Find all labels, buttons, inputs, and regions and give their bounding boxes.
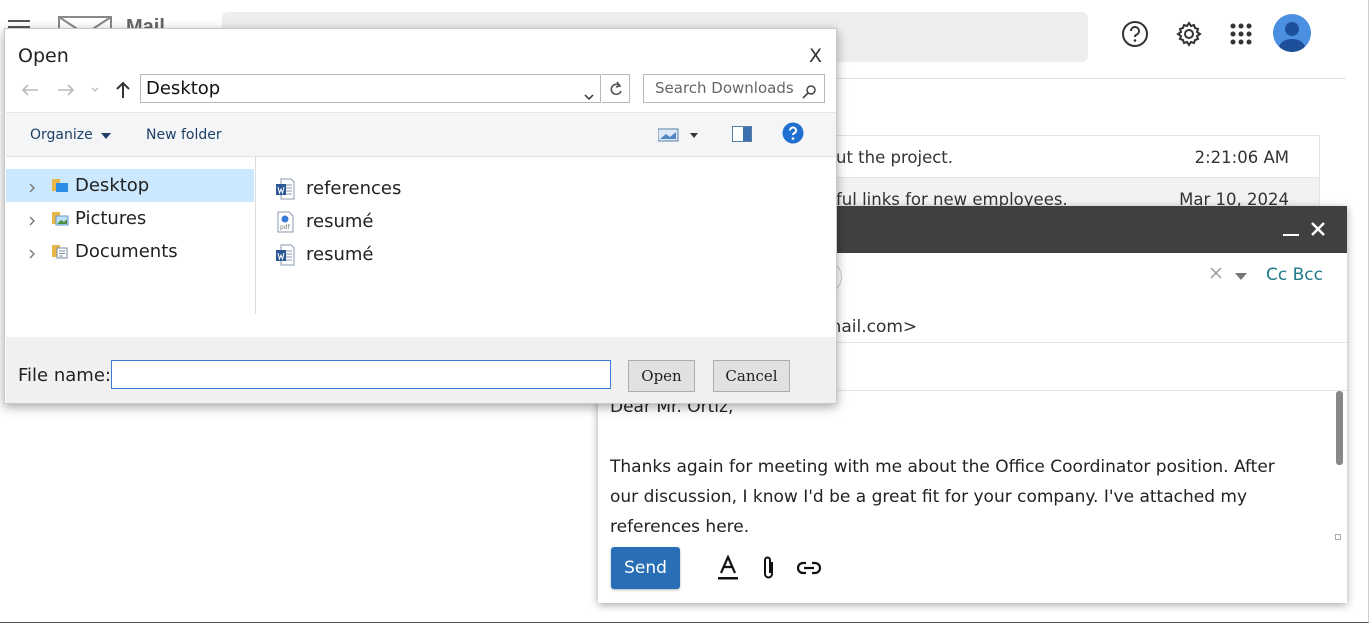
svg-text:pdf: pdf — [280, 224, 291, 231]
word-document-icon — [275, 244, 295, 266]
new-folder-button[interactable]: New folder — [146, 127, 222, 143]
up-arrow-icon[interactable] — [113, 80, 133, 100]
dialog-close-button[interactable]: X — [809, 45, 822, 67]
chevron-down-icon[interactable] — [1235, 273, 1247, 280]
expand-chevron-icon[interactable] — [28, 213, 36, 226]
send-button[interactable]: Send — [611, 547, 680, 589]
file-name: resumé — [306, 211, 374, 232]
text-format-icon[interactable] — [714, 554, 742, 582]
file-item[interactable]: pdf resumé — [275, 206, 575, 236]
file-name: references — [306, 178, 402, 199]
email-snippet: ut the project. — [836, 148, 954, 167]
file-name: resumé — [306, 244, 374, 265]
refresh-icon[interactable] — [602, 74, 630, 103]
forward-arrow-icon[interactable] — [56, 80, 76, 100]
back-arrow-icon[interactable] — [20, 80, 40, 100]
chevron-down-icon[interactable] — [584, 83, 594, 101]
open-file-dialog: Open X Desktop Search Downloads Organize… — [4, 28, 837, 404]
link-icon[interactable] — [795, 554, 823, 582]
close-icon[interactable] — [1309, 220, 1327, 238]
address-path: Desktop — [146, 78, 221, 99]
organize-menu[interactable]: Organize — [30, 127, 112, 143]
apps-grid-icon[interactable] — [1225, 18, 1257, 50]
command-bar: Organize New folder — [6, 112, 836, 157]
pdf-document-icon: pdf — [275, 211, 295, 233]
resize-handle[interactable] — [1335, 534, 1341, 540]
message-body[interactable]: Dear Mr. Ortiz, Thanks again for meeting… — [610, 392, 1326, 540]
header-divider — [836, 78, 1346, 79]
help-icon[interactable] — [782, 122, 804, 149]
cc-bcc-link[interactable]: Cc Bcc — [1266, 265, 1323, 285]
search-icon — [802, 81, 816, 99]
expand-chevron-icon[interactable] — [28, 246, 36, 259]
tree-item-label: Pictures — [75, 208, 147, 229]
view-options-icon[interactable] — [657, 128, 702, 147]
tree-item-desktop[interactable]: Desktop — [6, 169, 254, 202]
minimize-icon[interactable] — [1283, 218, 1299, 236]
word-document-icon — [275, 178, 295, 200]
file-name-input[interactable] — [111, 360, 611, 389]
body-line: references here. — [610, 517, 750, 537]
chevron-down-icon — [101, 133, 112, 139]
cancel-button[interactable]: Cancel — [713, 360, 790, 392]
gear-icon[interactable] — [1173, 18, 1205, 50]
search-placeholder: Search Downloads — [655, 79, 794, 97]
body-line — [610, 422, 1326, 452]
tree-item-label: Documents — [75, 241, 178, 262]
table-row[interactable]: ut the project. 2:21:06 AM — [836, 135, 1320, 178]
recent-locations-chevron-icon[interactable] — [89, 80, 101, 100]
body-scrollbar[interactable] — [1336, 391, 1343, 465]
documents-folder-icon — [51, 243, 69, 259]
clear-recipients-icon[interactable] — [1209, 266, 1223, 280]
body-line: our discussion, I know I'd be a great fi… — [610, 487, 1248, 507]
preview-pane-icon[interactable] — [732, 126, 752, 147]
help-icon[interactable] — [1119, 18, 1151, 50]
body-line: Thanks again for meeting with me about t… — [610, 457, 1275, 477]
email-time: 2:21:06 AM — [1194, 148, 1289, 167]
search-downloads-input[interactable]: Search Downloads — [643, 74, 825, 103]
dialog-footer: File name: Open Cancel — [6, 337, 836, 403]
mail-app: Mail ut the project. 2:21:06 AM ful link… — [0, 0, 1369, 623]
dialog-title: Open — [18, 45, 69, 67]
avatar[interactable] — [1273, 14, 1311, 52]
tree-item-documents[interactable]: Documents — [6, 235, 254, 268]
pictures-folder-icon — [51, 210, 69, 226]
tree-item-label: Desktop — [75, 175, 150, 196]
file-item[interactable]: resumé — [275, 239, 575, 269]
organize-label: Organize — [30, 127, 93, 143]
tree-item-pictures[interactable]: Pictures — [6, 202, 254, 235]
navigation-pane: Desktop Pictures Documents — [6, 157, 256, 314]
file-item[interactable]: references — [275, 173, 575, 203]
expand-chevron-icon[interactable] — [28, 180, 36, 193]
attach-icon[interactable] — [755, 554, 783, 582]
address-bar[interactable]: Desktop — [140, 74, 601, 103]
file-name-label: File name: — [18, 365, 111, 386]
desktop-folder-icon — [51, 177, 69, 193]
open-button[interactable]: Open — [628, 360, 695, 392]
